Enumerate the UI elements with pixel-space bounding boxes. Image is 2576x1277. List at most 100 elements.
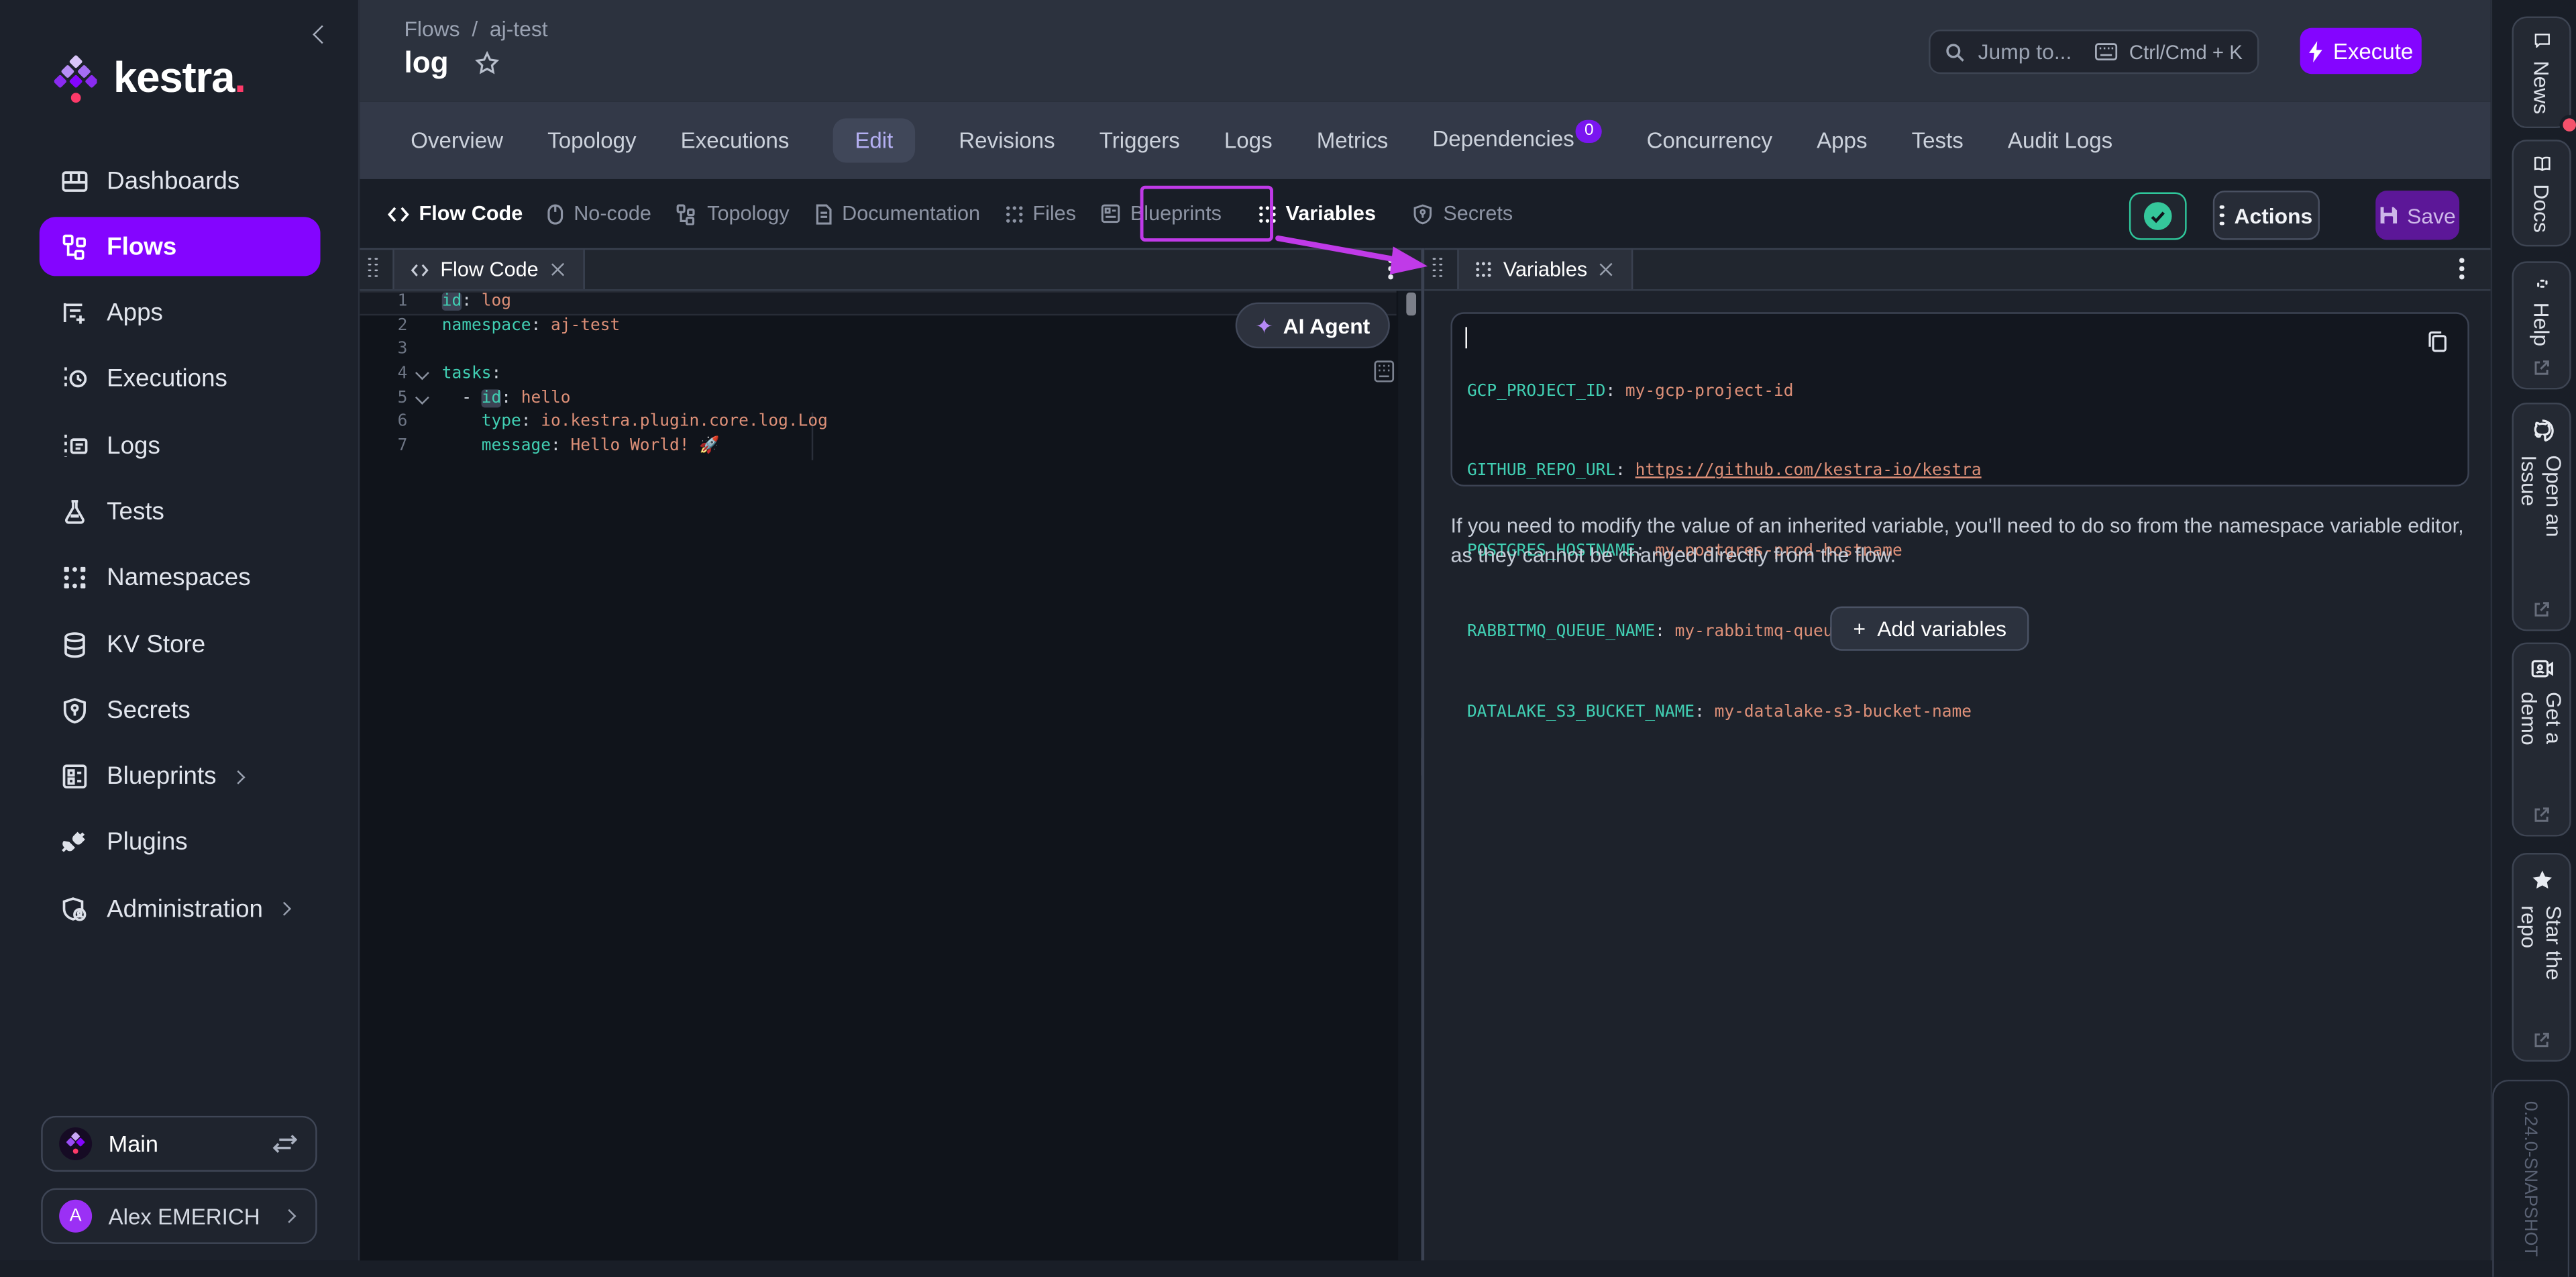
sidebar-item-dashboards[interactable]: Dashboards — [40, 151, 321, 210]
yaml-colon: : — [521, 413, 541, 431]
dependencies-badge: 0 — [1576, 120, 1602, 143]
rail-open-issue-button[interactable]: Open an Issue — [2512, 403, 2571, 631]
jump-to-search[interactable]: Jump to... Ctrl/Cmd + K — [1929, 30, 2259, 74]
tab-apps[interactable]: Apps — [1817, 128, 1867, 153]
tab-metrics[interactable]: Metrics — [1317, 128, 1389, 153]
sidebar-item-label: Dashboards — [107, 167, 239, 195]
add-variables-button[interactable]: + Add variables — [1830, 607, 2029, 651]
editor-scrollbar[interactable] — [1406, 293, 1416, 315]
toolbar-item-topology[interactable]: Topology — [676, 202, 790, 225]
sidebar-item-executions[interactable]: Executions — [40, 350, 321, 409]
yaml-value: io.kestra.plugin.core.log.Log — [541, 413, 828, 431]
toolbar-item-documentation[interactable]: Documentation — [814, 202, 980, 225]
drag-handle-icon[interactable] — [368, 257, 382, 282]
tab-tests[interactable]: Tests — [1912, 128, 1964, 153]
toolbar-item-no-code[interactable]: No-code — [547, 202, 651, 225]
chevron-right-icon — [282, 1209, 297, 1223]
external-link-icon — [2533, 807, 2549, 823]
tab-triggers[interactable]: Triggers — [1099, 128, 1180, 153]
tab-dependencies[interactable]: Dependencies0 — [1432, 127, 1602, 155]
yaml-indent — [442, 437, 482, 455]
variable-value: my-datalake-s3-bucket-name — [1715, 704, 1972, 722]
favorite-star-icon[interactable] — [475, 51, 500, 76]
editor-panel-menu-icon[interactable] — [1388, 258, 1392, 278]
execute-label: Execute — [2333, 39, 2413, 64]
sidebar-item-label: Tests — [107, 498, 164, 526]
rail-docs-button[interactable]: Docs — [2512, 140, 2571, 246]
executions-icon — [59, 364, 89, 394]
toolbar-item-variables[interactable]: Variables — [1258, 202, 1376, 225]
breadcrumb-flows[interactable]: Flows — [404, 16, 460, 41]
kv-store-icon — [59, 629, 89, 659]
close-icon[interactable] — [550, 261, 566, 277]
tab-overview[interactable]: Overview — [411, 128, 503, 153]
sidebar-item-flows[interactable]: Flows — [40, 217, 321, 276]
breadcrumb-namespace[interactable]: aj-test — [490, 16, 548, 41]
tab-concurrency[interactable]: Concurrency — [1647, 128, 1772, 153]
save-button[interactable]: Save — [2375, 191, 2459, 240]
fold-chevron-icon[interactable] — [415, 391, 429, 405]
save-label: Save — [2407, 203, 2456, 227]
sidebar-item-label: Executions — [107, 366, 227, 394]
topology-icon — [676, 203, 698, 224]
add-variables-label: Add variables — [1877, 616, 2006, 641]
ai-agent-button[interactable]: ✦ AI Agent — [1236, 303, 1390, 349]
rail-get-demo-button[interactable]: Get a demo — [2512, 643, 2571, 837]
copy-icon[interactable] — [2426, 330, 2448, 353]
lightning-icon — [2308, 40, 2323, 62]
validation-status-button[interactable] — [2129, 193, 2187, 240]
sidebar-item-namespaces[interactable]: Namespaces — [40, 548, 321, 607]
code-editor[interactable]: 1 id: log 2 namespace: aj-test 3 4 tasks… — [360, 291, 1421, 1260]
tab-topology[interactable]: Topology — [547, 128, 636, 153]
sidebar-item-tests[interactable]: Tests — [40, 482, 321, 542]
version-panel: 0.24.0-SNAPSHOT — [2492, 1080, 2569, 1277]
drag-handle-icon[interactable] — [1433, 257, 1446, 282]
sidebar-item-logs[interactable]: Logs — [40, 416, 321, 475]
sidebar-item-secrets[interactable]: Secrets — [40, 681, 321, 740]
logs-icon — [59, 431, 89, 460]
page-header: Flows / aj-test log Jump to... Ctrl/Cmd … — [360, 0, 2490, 102]
execute-button[interactable]: Execute — [2300, 28, 2422, 74]
variable-value-link[interactable]: https://github.com/kestra-io/kestra — [1635, 462, 1982, 480]
sidebar-collapse-button[interactable] — [315, 19, 338, 42]
editor-panel-tab-flow-code[interactable]: Flow Code — [392, 250, 584, 289]
toolbar-item-label: Secrets — [1443, 202, 1513, 225]
rail-news-button[interactable]: News — [2512, 16, 2571, 128]
variables-code-box[interactable]: GCP_PROJECT_ID: my-gcp-project-id GITHUB… — [1450, 312, 2469, 487]
actions-button[interactable]: Actions — [2213, 191, 2320, 240]
yaml-dash: - — [462, 389, 482, 407]
yaml-indent — [442, 413, 482, 431]
sidebar-item-apps[interactable]: Apps — [40, 284, 321, 343]
sidebar-item-blueprints[interactable]: Blueprints — [40, 747, 321, 806]
toolbar-item-secrets[interactable]: Secrets — [1413, 202, 1513, 225]
sidebar-item-label: Flows — [107, 233, 176, 261]
editor-minimap[interactable] — [1398, 291, 1421, 1260]
search-placeholder: Jump to... — [1978, 40, 2072, 64]
rail-help-button[interactable]: Help — [2512, 261, 2571, 389]
external-link-icon — [2533, 360, 2549, 376]
sidebar-item-kv-store[interactable]: KV Store — [40, 615, 321, 674]
tab-logs[interactable]: Logs — [1224, 128, 1273, 153]
tab-edit[interactable]: Edit — [834, 118, 915, 162]
tab-revisions[interactable]: Revisions — [959, 128, 1055, 153]
variables-panel-tab[interactable]: Variables — [1457, 250, 1633, 289]
fold-chevron-icon[interactable] — [415, 366, 429, 380]
tab-audit-logs[interactable]: Audit Logs — [2008, 128, 2112, 153]
colon: : — [1655, 623, 1675, 642]
rail-star-repo-button[interactable]: Star the repo — [2512, 853, 2571, 1062]
keyboard-shortcuts-icon[interactable] — [1373, 360, 1395, 382]
tab-executions[interactable]: Executions — [681, 128, 790, 153]
apps-icon — [59, 299, 89, 328]
kestra-logo: kestra. — [54, 52, 246, 103]
toolbar-item-flow-code[interactable]: Flow Code — [388, 202, 523, 225]
variables-panel-menu-icon[interactable] — [2459, 258, 2463, 278]
tab-dependencies-label: Dependencies — [1432, 127, 1574, 152]
sidebar-item-label: Plugins — [107, 829, 187, 857]
toolbar-item-files[interactable]: Files — [1005, 202, 1076, 225]
user-menu[interactable]: A Alex EMERICH — [41, 1188, 317, 1244]
sidebar-item-administration[interactable]: Administration — [40, 880, 321, 939]
tenant-selector[interactable]: Main — [41, 1116, 317, 1172]
close-icon[interactable] — [1599, 261, 1615, 277]
toolbar-item-blueprints[interactable]: Blueprints — [1101, 202, 1222, 225]
sidebar-item-plugins[interactable]: Plugins — [40, 813, 321, 872]
